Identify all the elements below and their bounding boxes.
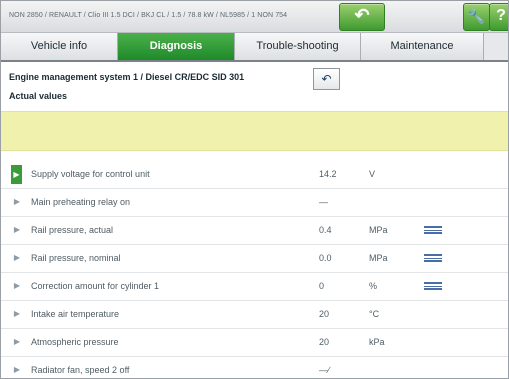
tab-trouble-shooting[interactable]: Trouble-shooting (235, 33, 361, 60)
list-item[interactable]: ▶ Atmospheric pressure 20 kPa (1, 329, 508, 357)
value-unit: kPa (369, 337, 385, 347)
tab-maintenance[interactable]: Maintenance (361, 33, 484, 60)
list-item[interactable]: ▶ Correction amount for cylinder 1 0 % (1, 273, 508, 301)
value-label: Rail pressure, nominal (31, 253, 121, 263)
value-label: Rail pressure, actual (31, 225, 114, 235)
value-reading: 0.4 (319, 225, 332, 235)
value-reading: 14.2 (319, 169, 337, 179)
value-unit: MPa (369, 225, 388, 235)
list-item[interactable]: ▶ Rail pressure, actual 0.4 MPa (1, 217, 508, 245)
expand-arrow-icon[interactable]: ▶ (13, 225, 21, 235)
system-title: Engine management system 1 / Diesel CR/E… (9, 72, 245, 82)
value-reading: —∕ (319, 365, 330, 375)
wrench-icon: 🔧 (467, 8, 486, 24)
title-bar: NON 2850 / RENAULT / Clio III 1.5 DCI / … (1, 1, 508, 33)
page-subtitle: Actual values (9, 91, 68, 101)
list-item[interactable]: ▶ Supply voltage for control unit 14.2 V (1, 161, 508, 189)
list-item[interactable]: ▶ Main preheating relay on — (1, 189, 508, 217)
value-reading: 0 (319, 281, 325, 291)
list-item[interactable]: ▶ Rail pressure, nominal 0.0 MPa (1, 245, 508, 273)
value-label: Radiator fan, speed 2 off (31, 365, 130, 375)
graph-icon[interactable] (424, 254, 442, 262)
graph-icon[interactable] (424, 226, 442, 234)
expand-arrow-icon[interactable]: ▶ (13, 197, 21, 207)
value-label: Intake air temperature (31, 309, 120, 319)
value-unit: V (369, 169, 376, 179)
return-icon: ↶ (321, 72, 332, 86)
back-arrow-icon: ↶ (354, 5, 370, 25)
info-banner (1, 111, 508, 151)
expand-arrow-icon[interactable]: ▶ (13, 281, 21, 291)
value-unit: % (369, 281, 378, 291)
graph-icon[interactable] (424, 282, 442, 290)
value-reading: 20 (319, 309, 330, 319)
list-item[interactable]: ▶ Intake air temperature 20 °C (1, 301, 508, 329)
value-unit: °C (369, 309, 380, 319)
expand-arrow-icon[interactable]: ▶ (13, 337, 21, 347)
actual-values-list: ▶ Supply voltage for control unit 14.2 V… (1, 161, 508, 378)
value-unit: MPa (369, 253, 388, 263)
expand-arrow-icon[interactable]: ▶ (13, 365, 21, 375)
value-reading: — (319, 197, 328, 207)
value-label: Main preheating relay on (31, 197, 131, 207)
tab-diagnosis[interactable]: Diagnosis (118, 33, 235, 60)
value-label: Supply voltage for control unit (31, 169, 150, 179)
expand-arrow-icon[interactable]: ▶ (13, 309, 21, 319)
help-button[interactable]: ? (489, 3, 508, 31)
value-label: Atmospheric pressure (31, 337, 119, 347)
value-reading: 20 (319, 337, 330, 347)
diagnostic-window: NON 2850 / RENAULT / Clio III 1.5 DCI / … (0, 0, 509, 379)
back-button[interactable]: ↶ (339, 3, 385, 31)
vehicle-title: NON 2850 / RENAULT / Clio III 1.5 DCI / … (9, 12, 288, 19)
expand-arrow-icon[interactable]: ▶ (13, 253, 21, 263)
tab-bar: Vehicle info Diagnosis Trouble-shooting … (1, 33, 508, 62)
list-item[interactable]: ▶ Radiator fan, speed 2 off —∕ (1, 357, 508, 378)
tab-vehicle-info[interactable]: Vehicle info (1, 33, 118, 60)
expand-arrow-icon[interactable]: ▶ (11, 165, 22, 184)
return-button[interactable]: ↶ (313, 68, 340, 90)
value-reading: 0.0 (319, 253, 332, 263)
value-label: Correction amount for cylinder 1 (31, 281, 160, 291)
wrench-button[interactable]: 🔧 (463, 3, 490, 31)
